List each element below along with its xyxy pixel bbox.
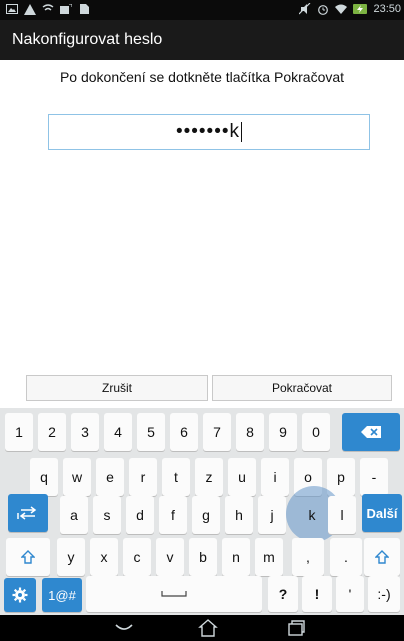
key-u[interactable]: u (228, 458, 256, 496)
key-a[interactable]: a (60, 496, 88, 534)
key-k[interactable]: k (298, 496, 326, 534)
gallery-icon (6, 3, 18, 15)
settings-key[interactable] (4, 578, 36, 612)
warning-icon (24, 3, 36, 15)
key-b[interactable]: b (189, 538, 217, 576)
key-2[interactable]: 2 (38, 413, 66, 451)
key-3[interactable]: 3 (71, 413, 99, 451)
key-question[interactable]: ? (268, 576, 298, 612)
backspace-key[interactable] (342, 413, 400, 451)
password-field[interactable]: •••••••k (48, 114, 370, 150)
key-y[interactable]: y (57, 538, 85, 576)
status-bar: 23:50 (0, 0, 404, 20)
page-title: Nakonfigurovat heslo (12, 31, 163, 48)
key-j[interactable]: j (258, 496, 286, 534)
tab-key[interactable] (8, 494, 48, 532)
shift-icon (21, 550, 35, 564)
key-x[interactable]: x (90, 538, 118, 576)
battery-charging-icon (353, 4, 368, 14)
alarm-icon (317, 3, 329, 15)
back-button[interactable] (94, 615, 154, 641)
key-7[interactable]: 7 (203, 413, 231, 451)
recents-button[interactable] (266, 615, 326, 641)
space-icon (161, 591, 187, 597)
navigation-bar (0, 615, 404, 641)
key-9[interactable]: 9 (269, 413, 297, 451)
backspace-icon (361, 426, 381, 438)
home-button[interactable] (178, 615, 238, 641)
wifi-icon (335, 3, 348, 15)
key-exclamation[interactable]: ! (302, 576, 332, 612)
key-0[interactable]: 0 (302, 413, 330, 451)
key-8[interactable]: 8 (236, 413, 264, 451)
text-cursor (241, 121, 243, 142)
next-key[interactable]: Další (362, 494, 402, 532)
key-4[interactable]: 4 (104, 413, 132, 451)
back-icon (115, 624, 133, 630)
key-l[interactable]: l (328, 496, 356, 534)
shift-key-left[interactable] (6, 538, 50, 576)
key-1[interactable]: 1 (5, 413, 33, 451)
shift-icon (375, 550, 389, 564)
key-f[interactable]: f (159, 496, 187, 534)
key-s[interactable]: s (93, 496, 121, 534)
key-comma[interactable]: , (292, 538, 324, 576)
mute-icon (299, 3, 311, 15)
key-t[interactable]: t (162, 458, 190, 496)
key-dash[interactable]: - (360, 458, 388, 496)
gear-icon (12, 587, 28, 603)
key-h[interactable]: h (225, 496, 253, 534)
space-key[interactable] (86, 576, 262, 612)
key-g[interactable]: g (192, 496, 220, 534)
key-p[interactable]: p (327, 458, 355, 496)
instruction-text: Po dokončení se dotkněte tlačítka Pokrač… (59, 69, 345, 85)
download-icon (60, 3, 72, 15)
key-period[interactable]: . (330, 538, 362, 576)
status-left-icons (6, 3, 90, 15)
key-5[interactable]: 5 (137, 413, 165, 451)
key-v[interactable]: v (156, 538, 184, 576)
wifi-off-icon (42, 3, 54, 15)
cancel-button[interactable]: Zrušit (26, 375, 208, 401)
status-time: 23:50 (373, 3, 401, 15)
password-masked-text: •••••••k (175, 121, 241, 142)
password-value-wrap: •••••••k (49, 121, 369, 143)
recents-icon (288, 620, 305, 636)
action-bar: Nakonfigurovat heslo (0, 20, 404, 60)
key-z[interactable]: z (195, 458, 223, 496)
action-buttons: Zrušit Pokračovat (26, 375, 392, 401)
key-d[interactable]: d (126, 496, 154, 534)
key-w[interactable]: w (63, 458, 91, 496)
key-r[interactable]: r (129, 458, 157, 496)
shift-key-right[interactable] (364, 538, 400, 576)
home-icon (198, 619, 218, 637)
key-e[interactable]: e (96, 458, 124, 496)
key-m[interactable]: m (255, 538, 283, 576)
soft-keyboard: 1 2 3 4 5 6 7 8 9 0 q w e r t z u i o p … (0, 408, 404, 615)
emoticon-key[interactable]: :-) (368, 576, 400, 612)
key-n[interactable]: n (222, 538, 250, 576)
key-c[interactable]: c (123, 538, 151, 576)
key-q[interactable]: q (30, 458, 58, 496)
image-icon (78, 3, 90, 15)
symbols-key[interactable]: 1@# (42, 578, 82, 612)
key-apostrophe[interactable]: ' (336, 576, 364, 612)
continue-button[interactable]: Pokračovat (212, 375, 392, 401)
tab-icon (17, 506, 37, 520)
key-i[interactable]: i (261, 458, 289, 496)
key-6[interactable]: 6 (170, 413, 198, 451)
status-right-icons: 23:50 (299, 3, 401, 15)
